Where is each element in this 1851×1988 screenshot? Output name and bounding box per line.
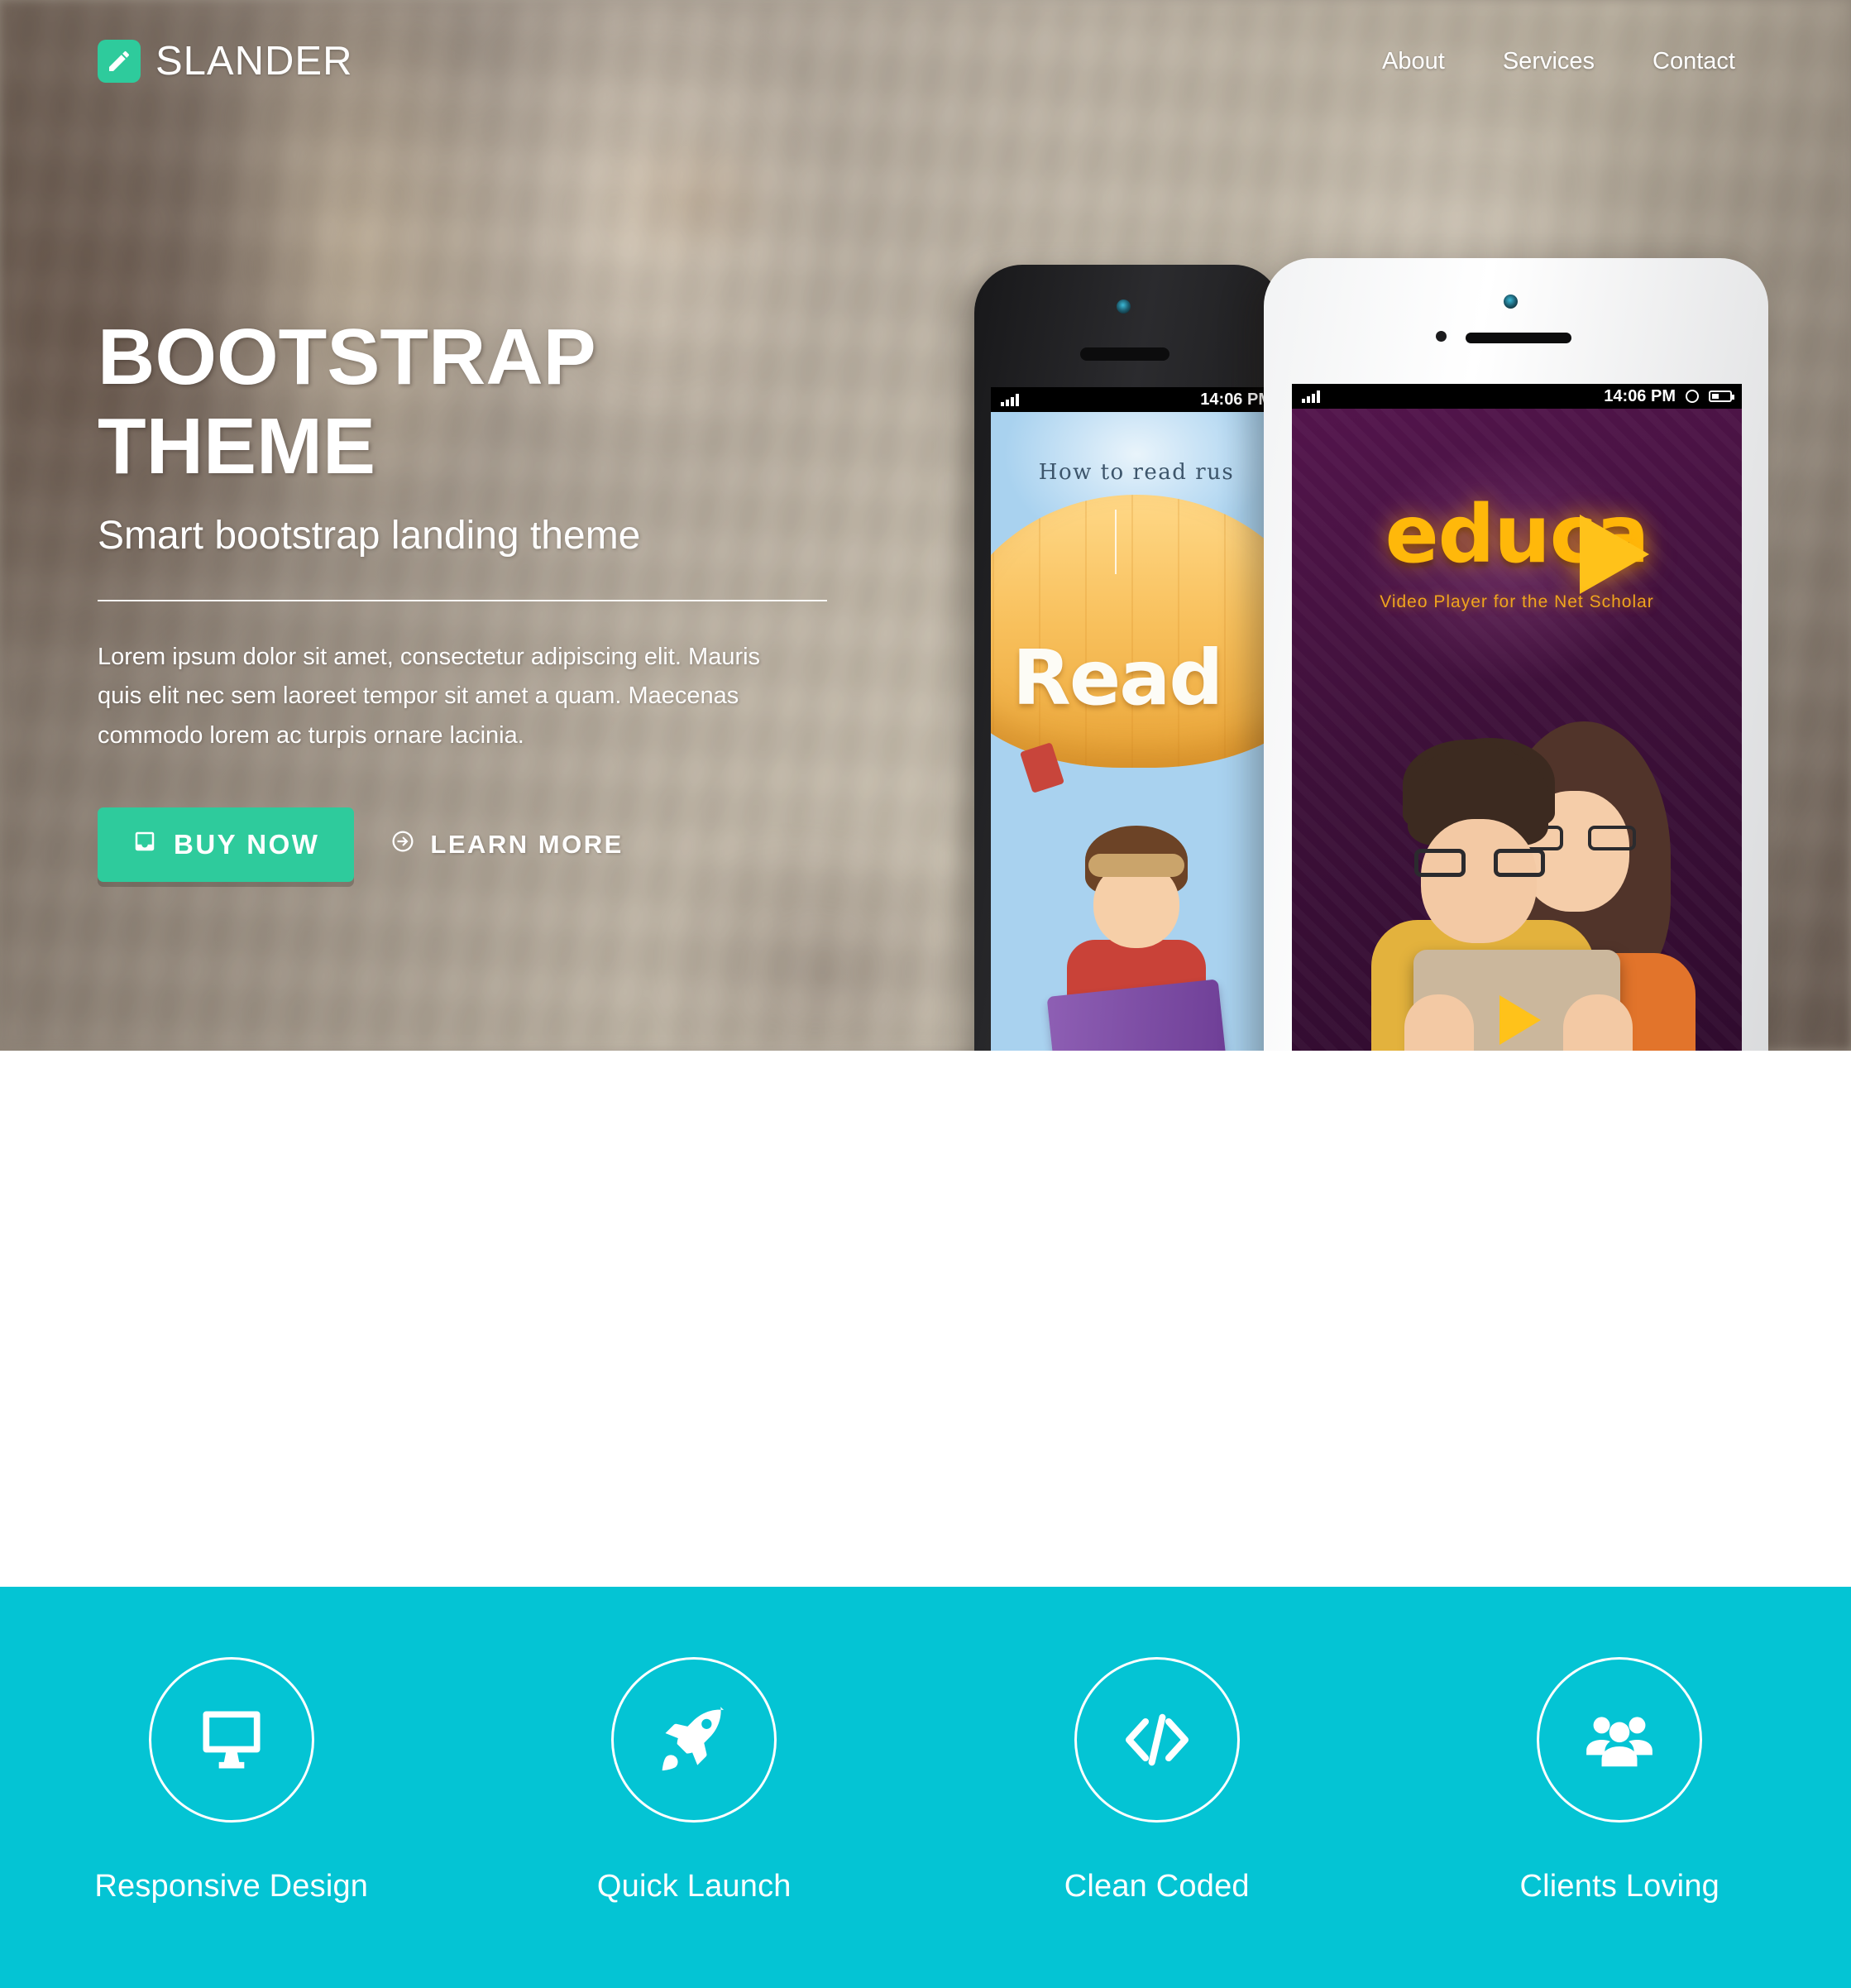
feature-label: Clean Coded [1064,1869,1250,1904]
feature-quick-launch[interactable]: Quick Launch [463,1587,926,1988]
hero-section: 14:06 PM How to read rus Read 14:06 PM e… [0,0,1851,1051]
front-camera-icon [1117,299,1131,314]
kid-illustration [1012,826,1260,1051]
signal-icon [1001,393,1019,406]
feature-clean-coded[interactable]: Clean Coded [926,1587,1389,1988]
arrow-circle-right-icon [390,829,415,860]
feature-clients-loving[interactable]: Clients Loving [1389,1587,1851,1988]
rocket-icon [611,1657,777,1823]
kid-goggles [1088,854,1184,877]
hero-title-line-2: THEME [98,401,375,491]
educa-logo-text: educa [1385,488,1650,581]
pencil-icon [98,40,141,83]
learn-more-button[interactable]: LEARN MORE [390,829,623,860]
guy-face [1421,819,1537,943]
balloon-shape [991,495,1282,768]
people-illustration [1292,655,1742,1051]
hero-subtitle: Smart bootstrap landing theme [98,514,641,558]
feature-label: Clients Loving [1519,1869,1719,1904]
phone-black-app-word: Read [1012,634,1223,722]
signal-icon [1302,390,1320,403]
users-group-icon [1537,1657,1703,1823]
inbox-download-icon [132,829,157,860]
buy-now-label: BUY NOW [174,829,320,860]
hero-title: BOOTSTRAP THEME [98,313,842,491]
learn-more-label: LEARN MORE [430,830,624,860]
balloon-string [1115,510,1117,574]
buy-now-button[interactable]: BUY NOW [98,807,355,883]
phone-black-statusbar: 14:06 PM [991,387,1282,412]
proximity-sensor [1436,331,1447,342]
phone-white: 14:06 PM educa Video Player for the Net … [1264,258,1768,1051]
hand-right [1563,994,1633,1051]
phone-black-app-screen: How to read rus Read [991,412,1282,1051]
hero-paragraph: Lorem ipsum dolor sit amet, consectetur … [98,643,761,750]
nav-link-services[interactable]: Services [1503,48,1595,75]
nav-link-about[interactable]: About [1382,48,1445,75]
earpiece-speaker [1080,347,1169,361]
desktop-monitor-icon [148,1657,314,1823]
feature-responsive-design[interactable]: Responsive Design [0,1587,463,1988]
phone-black-app-headline: How to read rus [1038,460,1235,485]
phone-white-app-screen: educa Video Player for the Net Scholar [1292,409,1742,1051]
hero-divider [98,599,827,601]
brand-name: SLANDER [155,38,353,84]
brand-logo[interactable]: SLANDER [98,40,352,83]
phone-white-statusbar: 14:06 PM [1292,384,1742,409]
hand-left [1404,994,1474,1051]
phone-white-time: 14:06 PM [1604,386,1676,405]
feature-label: Responsive Design [94,1869,369,1904]
intro-section: A Clean & Simple landing page for all ty… [0,1051,1851,1587]
nav-link-contact[interactable]: Contact [1653,48,1735,75]
phone-white-screen: 14:06 PM educa Video Player for the Net … [1292,384,1742,1051]
play-triangle-icon [1580,515,1649,594]
site-header: SLANDER About Services Contact [0,0,1851,132]
features-section: Responsive Design Quick Launch Clean Cod… [0,1587,1851,1988]
feature-label: Quick Launch [596,1869,792,1904]
phone-black-time: 14:06 PM [1200,390,1272,409]
educa-tagline: Video Player for the Net Scholar [1380,592,1654,611]
hero-actions: BUY NOW LEARN MORE [98,807,842,883]
phone-black: 14:06 PM How to read rus Read [974,265,1282,1051]
code-brackets-icon [1074,1657,1240,1823]
hero-title-line-1: BOOTSTRAP [98,313,596,401]
main-navigation: About Services Contact [1382,48,1735,75]
front-camera-icon [1504,295,1518,309]
earpiece-speaker [1466,333,1571,343]
phone-black-screen: 14:06 PM How to read rus Read [991,387,1282,1051]
hero-content: BOOTSTRAP THEME Smart bootstrap landing … [98,313,842,883]
clock-icon [1686,390,1699,403]
guy-glasses [1414,849,1545,877]
battery-icon [1709,390,1734,402]
tablet-play-icon [1499,995,1541,1045]
